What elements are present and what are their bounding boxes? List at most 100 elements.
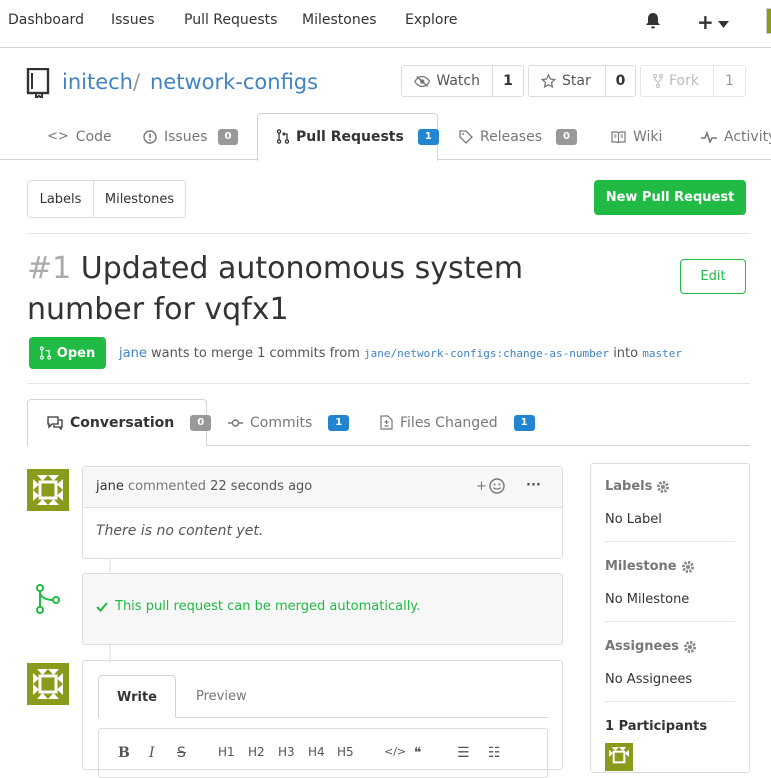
plus-icon[interactable]: +	[697, 10, 714, 34]
pr-status-badge: Open	[29, 337, 106, 369]
code-icon[interactable]: </>	[384, 745, 406, 758]
comment-time[interactable]: 22 seconds ago	[210, 479, 312, 494]
write-tab[interactable]: Write	[98, 675, 176, 718]
chevron-down-icon[interactable]	[718, 17, 729, 32]
sidebar-divider	[605, 621, 735, 622]
pr-title-line2: number for vqfx1	[27, 292, 289, 327]
tab-code[interactable]: <> Code	[47, 113, 112, 160]
tab-pull-requests[interactable]: Pull Requests 1	[277, 113, 439, 160]
watch-button-group: Watch 1	[401, 65, 524, 97]
fork-count[interactable]: 1	[714, 66, 745, 96]
top-navbar: Dashboard Issues Pull Requests Milestone…	[0, 0, 771, 48]
tab-pull-requests-count: 1	[417, 128, 439, 145]
user-avatar[interactable]	[766, 8, 771, 34]
labels-heading[interactable]: Labels	[605, 479, 670, 494]
new-comment-avatar[interactable]	[27, 663, 69, 705]
assignees-value: No Assignees	[605, 672, 693, 687]
nav-milestones[interactable]: Milestones	[302, 12, 377, 28]
tab-releases[interactable]: Releases 0	[459, 113, 577, 160]
pr-status-label: Open	[56, 345, 96, 361]
tab-commits-label: Commits	[250, 414, 313, 431]
merge-status-box: This pull request can be merged automati…	[82, 573, 563, 645]
nav-dashboard[interactable]: Dashboard	[8, 12, 84, 28]
pr-merge-info: jane wants to merge 1 commits from jane/…	[119, 346, 682, 361]
watch-button[interactable]: Watch	[402, 66, 493, 96]
labels-button[interactable]: Labels	[28, 181, 94, 217]
edit-title-button[interactable]: Edit	[680, 259, 746, 294]
tab-conversation-label: Conversation	[70, 414, 175, 431]
pr-source-branch[interactable]: jane/network-configs:change-as-number	[364, 347, 609, 360]
assignees-title: Assignees	[605, 639, 679, 654]
nav-pull-requests[interactable]: Pull Requests	[184, 12, 277, 28]
comment-body: There is no content yet.	[96, 523, 264, 539]
heading-1-icon[interactable]: H1	[218, 745, 235, 759]
tab-releases-label: Releases	[480, 128, 542, 145]
tab-commits-count: 1	[328, 414, 350, 431]
tab-files-changed-label: Files Changed	[400, 414, 498, 431]
tab-issues[interactable]: Issues 0	[143, 113, 239, 160]
bold-icon[interactable]: B	[118, 745, 130, 761]
add-reaction-button[interactable]: +	[476, 478, 505, 494]
tab-files-changed-count: 1	[513, 414, 535, 431]
tab-issues-count: 0	[217, 128, 239, 145]
comment-author[interactable]: jane	[96, 479, 124, 494]
italic-icon[interactable]: I	[149, 745, 155, 761]
bell-icon[interactable]	[645, 12, 661, 34]
star-button[interactable]: Star	[529, 66, 606, 96]
fork-icon	[653, 74, 663, 88]
comment-meta: jane commented 22 seconds ago	[96, 479, 312, 494]
comment-avatar[interactable]	[27, 469, 69, 511]
quote-icon[interactable]: ❝	[414, 745, 422, 761]
tab-wiki-label: Wiki	[633, 128, 663, 145]
heading-4-icon[interactable]: H4	[308, 745, 325, 759]
check-icon	[96, 601, 108, 612]
pr-into-text: into	[613, 346, 639, 361]
tab-commits[interactable]: Commits 1	[228, 399, 350, 446]
nav-issues[interactable]: Issues	[111, 12, 155, 28]
pr-target-branch[interactable]: master	[642, 347, 682, 360]
pr-author-link[interactable]: jane	[119, 346, 147, 361]
tab-code-label: Code	[75, 128, 112, 145]
milestones-button[interactable]: Milestones	[94, 181, 185, 217]
issue-opened-icon	[143, 129, 157, 144]
repo-owner-link[interactable]: initech	[62, 70, 133, 94]
new-pull-request-button[interactable]: New Pull Request	[594, 180, 746, 215]
book-icon	[611, 130, 626, 143]
repo-separator: /	[133, 70, 141, 94]
milestone-heading[interactable]: Milestone	[605, 559, 695, 574]
assignees-heading[interactable]: Assignees	[605, 639, 697, 654]
comment-options-icon[interactable]: ···	[526, 478, 541, 493]
tab-activity[interactable]: Activity	[701, 113, 771, 160]
watch-count[interactable]: 1	[493, 66, 523, 96]
participant-avatar[interactable]	[605, 743, 633, 771]
merge-status: This pull request can be merged automati…	[96, 599, 420, 614]
unordered-list-icon[interactable]: ☰	[457, 745, 470, 761]
star-count[interactable]: 0	[606, 66, 635, 96]
pulse-icon	[701, 130, 717, 143]
heading-3-icon[interactable]: H3	[278, 745, 295, 759]
heading-2-icon[interactable]: H2	[248, 745, 265, 759]
repo-name-link[interactable]: network-configs	[150, 70, 318, 94]
tab-conversation[interactable]: Conversation 0	[47, 399, 212, 446]
merge-status-text: This pull request can be merged automati…	[115, 599, 421, 614]
labels-title: Labels	[605, 479, 653, 494]
nav-explore[interactable]: Explore	[405, 12, 458, 28]
tab-activity-label: Activity	[724, 128, 771, 145]
star-icon	[541, 74, 556, 88]
git-pull-request-icon	[39, 346, 51, 360]
code-icon: <>	[47, 129, 69, 144]
tab-issues-label: Issues	[164, 128, 208, 145]
comment-box: jane commented 22 seconds ago + ··· Ther…	[82, 466, 563, 559]
tag-icon	[459, 129, 473, 144]
ordered-list-icon[interactable]: ☷	[488, 745, 501, 761]
heading-5-icon[interactable]: H5	[337, 745, 354, 759]
tab-wiki[interactable]: Wiki	[611, 113, 662, 160]
tab-files-changed[interactable]: Files Changed 1	[380, 399, 535, 446]
strikethrough-icon[interactable]: S	[177, 745, 186, 761]
fork-button[interactable]: Fork	[641, 66, 714, 96]
preview-tab[interactable]: Preview	[196, 689, 247, 704]
sidebar-divider	[605, 701, 735, 702]
fork-button-group: Fork 1	[640, 65, 746, 97]
pr-number: #1	[27, 251, 72, 286]
tab-conversation-count: 0	[190, 414, 212, 431]
